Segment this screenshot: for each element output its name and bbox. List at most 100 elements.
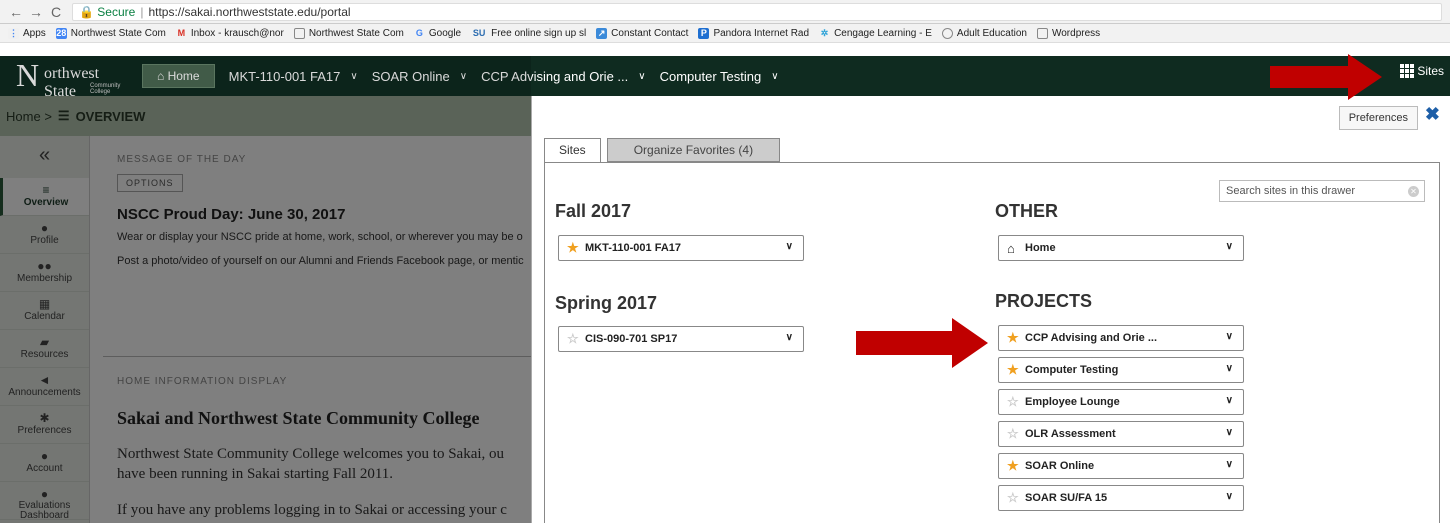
sites-label: Sites [1417, 64, 1444, 78]
term-heading: OTHER [995, 201, 1058, 221]
page-icon [1036, 27, 1048, 39]
site-mkt-110[interactable]: ★ MKT-110-001 FA17 ∨ [558, 235, 804, 261]
bookmark-label: Adult Education [956, 27, 1027, 39]
site-label: CCP Advising and Orie ... [1025, 332, 1158, 344]
star-icon[interactable]: ★ [1007, 458, 1019, 474]
bookmark-item[interactable]: Wordpress [1036, 27, 1101, 39]
bookmark-item[interactable]: ↗ Constant Contact [596, 27, 689, 39]
star-icon[interactable]: ★ [1007, 362, 1019, 378]
modal-backdrop [0, 56, 531, 96]
site-label: SOAR Online [1025, 460, 1095, 472]
term-heading: PROJECTS [995, 291, 1093, 311]
clear-search-icon[interactable]: ✕ [1408, 186, 1419, 197]
bookmark-label: Northwest State Com [70, 27, 166, 39]
site-soar-sufa15[interactable]: ☆ SOAR SU/FA 15 ∨ [998, 485, 1244, 511]
calendar-icon: 28 [55, 27, 67, 39]
chevron-down-icon[interactable]: ∨ [1226, 331, 1233, 342]
drawer-tabs: Sites Organize Favorites (4) [544, 138, 781, 163]
chevron-down-icon[interactable]: ∨ [786, 332, 793, 343]
bookmark-item[interactable]: 28 Northwest State Com [55, 27, 166, 39]
lock-icon: 🔒 [79, 4, 98, 19]
star-outline-icon[interactable]: ☆ [1007, 394, 1019, 410]
site-label: Home [1025, 242, 1056, 254]
bookmark-label: Google [428, 27, 462, 39]
term-heading: Fall 2017 [555, 201, 632, 221]
signup-icon: SU [472, 27, 486, 38]
star-outline-icon[interactable]: ☆ [567, 331, 579, 347]
site-cis-090[interactable]: ☆ CIS-090-701 SP17 ∨ [558, 326, 804, 352]
chevron-down-icon[interactable]: ∨ [1226, 241, 1233, 252]
bookmark-label: Free online sign up sl [491, 27, 587, 39]
star-icon[interactable]: ★ [1007, 330, 1019, 346]
modal-backdrop[interactable] [0, 96, 531, 523]
term-heading: Spring 2017 [555, 293, 658, 313]
globe-icon [941, 27, 953, 39]
back-icon[interactable]: ← [6, 4, 26, 20]
bookmark-label: Apps [23, 27, 46, 39]
star-icon[interactable]: ★ [567, 240, 579, 256]
site-olr-assessment[interactable]: ☆ OLR Assessment ∨ [998, 421, 1244, 447]
site-label: MKT-110-001 FA17 [585, 242, 681, 254]
gmail-icon: M [177, 27, 186, 38]
bookmark-item[interactable]: P Pandora Internet Rad [698, 27, 810, 39]
cengage-icon: ✲ [820, 27, 829, 38]
google-icon: G [415, 27, 423, 38]
bookmark-item[interactable]: ✲ Cengage Learning - E [819, 28, 932, 39]
nav-site-label: Computer Testing [659, 68, 762, 84]
bookmarks-bar: ⋮ Apps 28 Northwest State Com M Inbox - kra… [0, 24, 1450, 43]
chevron-down-icon[interactable]: ∨ [1226, 427, 1233, 438]
bookmark-apps[interactable]: ⋮ Apps [8, 27, 46, 39]
site-employee-lounge[interactable]: ☆ Employee Lounge ∨ [998, 389, 1244, 415]
site-label: Computer Testing [1025, 364, 1119, 376]
tab-sites[interactable]: Sites [544, 138, 601, 163]
site-computer-testing[interactable]: ★ Computer Testing ∨ [998, 357, 1244, 383]
bookmark-label: Constant Contact [611, 27, 689, 39]
pandora-icon: P [698, 27, 710, 39]
address-bar[interactable]: 🔒 Secure | https://sakai.northweststate.… [72, 2, 1442, 21]
url-text: https://sakai.northweststate.edu/portal [148, 4, 351, 19]
sites-panel: Search sites in this drawer ✕ Fall 2017 … [544, 162, 1440, 523]
bookmark-label: Northwest State Com [308, 27, 404, 39]
grid-icon [1400, 64, 1415, 78]
constant-contact-icon: ↗ [596, 27, 608, 39]
site-label: OLR Assessment [1025, 428, 1116, 440]
bookmark-label: Inbox - krausch@nor [190, 27, 284, 39]
apps-icon: ⋮ [8, 27, 19, 39]
chevron-down-icon[interactable]: ∨ [1226, 459, 1233, 470]
chevron-down-icon[interactable]: ∨ [786, 241, 793, 252]
chevron-down-icon: ∨ [638, 70, 646, 82]
secure-label: Secure [97, 4, 136, 19]
page-icon [293, 27, 305, 39]
star-outline-icon[interactable]: ☆ [1007, 490, 1019, 506]
forward-icon[interactable]: → [26, 4, 46, 20]
bookmark-item[interactable]: Adult Education [941, 27, 1027, 39]
preferences-button[interactable]: Preferences [1338, 106, 1418, 130]
chevron-down-icon[interactable]: ∨ [1226, 363, 1233, 374]
close-icon[interactable]: ✖ [1425, 104, 1440, 125]
sites-button[interactable]: Sites [1400, 64, 1444, 78]
separator: | [140, 4, 144, 19]
chevron-down-icon[interactable]: ∨ [1226, 491, 1233, 502]
bookmark-label: Wordpress [1051, 27, 1101, 39]
reload-icon[interactable]: C [46, 4, 66, 20]
site-label: SOAR SU/FA 15 [1025, 492, 1108, 504]
chevron-down-icon[interactable]: ∨ [1226, 395, 1233, 406]
home-icon: ⌂ [1007, 240, 1015, 256]
bookmark-item[interactable]: M Inbox - krausch@nor [176, 28, 284, 39]
bookmark-label: Cengage Learning - E [834, 27, 932, 39]
nav-site-testing[interactable]: Computer Testing ∨ [660, 69, 779, 84]
bookmark-label: Pandora Internet Rad [713, 27, 810, 39]
tab-organize-favorites[interactable]: Organize Favorites (4) [606, 138, 781, 162]
site-label: CIS-090-701 SP17 [585, 333, 678, 345]
site-ccp-advising[interactable]: ★ CCP Advising and Orie ... ∨ [998, 325, 1244, 351]
search-input[interactable]: Search sites in this drawer ✕ [1219, 180, 1425, 202]
annotation-arrow-sites [1270, 54, 1382, 100]
site-soar-online[interactable]: ★ SOAR Online ∨ [998, 453, 1244, 479]
star-outline-icon[interactable]: ☆ [1007, 426, 1019, 442]
site-home[interactable]: ⌂ Home ∨ [998, 235, 1244, 261]
site-label: Employee Lounge [1025, 396, 1120, 408]
browser-toolbar: ← → C 🔒 Secure | https://sakai.northwest… [0, 0, 1450, 24]
bookmark-item[interactable]: SU Free online sign up sl [471, 28, 586, 39]
bookmark-item[interactable]: Northwest State Com [293, 27, 404, 39]
bookmark-item[interactable]: G Google [414, 28, 461, 39]
